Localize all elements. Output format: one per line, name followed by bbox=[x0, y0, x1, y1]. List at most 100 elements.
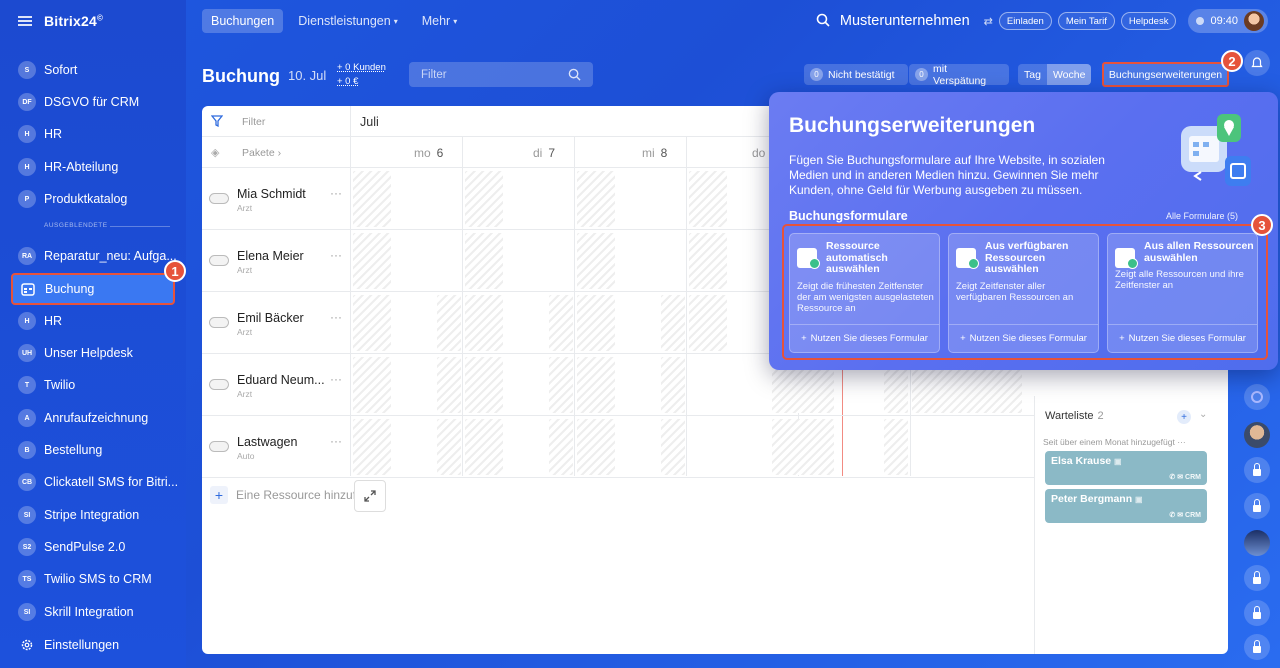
sidebar-settings[interactable]: Einstellungen bbox=[12, 631, 178, 659]
sidebar-item-sofort[interactable]: S Sofort bbox=[12, 56, 178, 84]
day-header-mo: mo 6 bbox=[414, 146, 443, 160]
resource-name[interactable]: Emil Bäcker bbox=[237, 311, 304, 325]
form-card-available-resources[interactable]: Aus verfügbaren Ressourcen auswählen Zei… bbox=[948, 233, 1099, 353]
sidebar-item-skrill[interactable]: SI Skrill Integration bbox=[12, 598, 178, 626]
sidebar-item-helpdesk[interactable]: UH Unser Helpdesk bbox=[12, 339, 178, 367]
resource-toggle[interactable] bbox=[209, 441, 229, 452]
sidebar-item-hr-2[interactable]: H HR bbox=[12, 307, 178, 335]
tab-buchungen[interactable]: Buchungen bbox=[202, 9, 284, 33]
view-day-button[interactable]: Tag bbox=[1018, 64, 1047, 85]
add-resource[interactable]: + Eine Ressource hinzuf bbox=[210, 486, 356, 504]
copilot-icon-shape bbox=[1251, 391, 1263, 403]
collapse-icon[interactable]: ⌄ bbox=[1199, 409, 1207, 420]
expand-button[interactable] bbox=[354, 480, 386, 512]
note-icon: ▣ bbox=[1114, 457, 1122, 466]
helpdesk-button[interactable]: Helpdesk bbox=[1120, 12, 1177, 30]
swap-icon[interactable]: ⇄ bbox=[984, 15, 993, 28]
lock-icon[interactable] bbox=[1244, 600, 1270, 626]
avatar[interactable] bbox=[1244, 530, 1270, 556]
more-icon[interactable]: ··· bbox=[330, 434, 342, 448]
add-resource-label: Eine Ressource hinzuf bbox=[236, 488, 357, 502]
more-icon[interactable]: ··· bbox=[330, 186, 342, 200]
sidebar-item-twilio-sms[interactable]: TS Twilio SMS to CRM bbox=[12, 565, 178, 593]
resource-toggle[interactable] bbox=[209, 317, 229, 328]
page-date[interactable]: 10. Jul bbox=[288, 68, 326, 83]
lock-icon[interactable] bbox=[1244, 493, 1270, 519]
add-waitlist-icon[interactable]: + bbox=[1177, 410, 1191, 424]
view-week-button[interactable]: Woche bbox=[1046, 64, 1092, 85]
tab-mehr[interactable]: Mehr ▾ bbox=[413, 9, 467, 33]
sidebar-item-twilio[interactable]: T Twilio bbox=[12, 371, 178, 399]
sidebar-item-clickatell[interactable]: CB Clickatell SMS for Bitri... bbox=[12, 468, 178, 496]
waitlist-card[interactable]: Peter Bergmann ▣ ✆ ✉ CRM bbox=[1045, 489, 1207, 523]
blocked-slot bbox=[884, 419, 908, 475]
more-icon[interactable]: ··· bbox=[330, 248, 342, 262]
sidebar-item-hr[interactable]: H HR bbox=[12, 120, 178, 148]
more-icon[interactable]: ··· bbox=[330, 372, 342, 386]
sidebar-item-hr-abteilung[interactable]: H HR-Abteilung bbox=[12, 153, 178, 181]
lock-icon[interactable] bbox=[1244, 565, 1270, 591]
stat-money[interactable]: + 0 € bbox=[337, 75, 386, 89]
resource-name[interactable]: Elena Meier bbox=[237, 249, 304, 263]
waitlist-subtitle-text: Seit über einem Monat hinzugefügt bbox=[1043, 437, 1175, 447]
waitlist-card[interactable]: Elsa Krause ▣ ✆ ✉ CRM bbox=[1045, 451, 1207, 485]
lock-icon[interactable] bbox=[1244, 634, 1270, 660]
tab-dienstleistungen[interactable]: Dienstleistungen ▾ bbox=[289, 9, 406, 33]
logo[interactable]: Bitrix24© bbox=[44, 13, 103, 29]
company-name[interactable]: Musterunternehmen bbox=[840, 13, 970, 29]
sidebar-item-anrufaufzeichnung[interactable]: A Anrufaufzeichnung bbox=[12, 404, 178, 432]
sidebar-item-bestellung[interactable]: B Bestellung bbox=[12, 436, 178, 464]
search-icon bbox=[568, 68, 581, 81]
app-badge: A bbox=[18, 409, 36, 427]
sidebar-item-label: Stripe Integration bbox=[44, 508, 140, 522]
use-form-button[interactable]: + Nutzen Sie dieses Formular bbox=[949, 324, 1098, 352]
lock-icon[interactable] bbox=[1244, 457, 1270, 483]
more-icon[interactable]: ··· bbox=[330, 310, 342, 324]
popup-title: Buchungserweiterungen bbox=[789, 114, 1036, 137]
filter-label[interactable]: Filter bbox=[242, 116, 265, 128]
count-badge: 0 bbox=[810, 68, 823, 81]
form-card-all-resources[interactable]: Aus allen Ressourcen auswählen Zeigt all… bbox=[1107, 233, 1258, 353]
layers-icon[interactable]: ◈ bbox=[211, 146, 219, 159]
sidebar-item-sendpulse[interactable]: S2 SendPulse 2.0 bbox=[12, 533, 178, 561]
resource-name[interactable]: Mia Schmidt bbox=[237, 187, 306, 201]
stat-customers[interactable]: + 0 Kunden bbox=[337, 61, 386, 75]
app-badge: SI bbox=[18, 506, 36, 524]
blocked-slot bbox=[465, 419, 503, 475]
search-icon[interactable] bbox=[816, 13, 830, 30]
menu-icon[interactable] bbox=[18, 16, 32, 26]
resource-name[interactable]: Lastwagen bbox=[237, 435, 297, 449]
form-card-auto-resource[interactable]: Ressource automatisch auswählen Zeigt di… bbox=[789, 233, 940, 353]
delayed-counter[interactable]: 0 mit Verspätung bbox=[909, 63, 1009, 87]
resource-name[interactable]: Eduard Neum... bbox=[237, 373, 325, 387]
tab-label: Dienstleistungen bbox=[298, 14, 391, 28]
invite-button[interactable]: Einladen bbox=[998, 12, 1052, 30]
unconfirmed-counter[interactable]: 0 Nicht bestätigt bbox=[804, 64, 908, 85]
filter-input[interactable]: Filter bbox=[409, 62, 593, 87]
sidebar-item-dsgvo[interactable]: DF DSGVO für CRM bbox=[12, 88, 178, 116]
use-form-button[interactable]: + Nutzen Sie dieses Formular bbox=[790, 324, 939, 352]
avatar[interactable] bbox=[1244, 422, 1270, 448]
packages-link[interactable]: Pakete › bbox=[242, 147, 281, 159]
copilot-icon[interactable] bbox=[1244, 384, 1270, 410]
more-icon[interactable]: ··· bbox=[1177, 437, 1186, 447]
sidebar-item-reparatur[interactable]: RA Reparatur_neu: Aufga... bbox=[12, 242, 178, 270]
sidebar-item-stripe[interactable]: SI Stripe Integration bbox=[12, 501, 178, 529]
extensions-button[interactable]: Buchungserweiterungen bbox=[1102, 62, 1229, 87]
filter-icon[interactable] bbox=[210, 115, 224, 130]
tariff-button[interactable]: Mein Tarif bbox=[1057, 12, 1115, 30]
clock-widget[interactable]: 09:40 bbox=[1188, 9, 1268, 33]
resource-toggle[interactable] bbox=[209, 255, 229, 266]
month-label: Juli bbox=[360, 115, 379, 129]
bell-icon[interactable] bbox=[1244, 50, 1270, 76]
app-badge: CB bbox=[18, 473, 36, 491]
all-forms-link[interactable]: Alle Formulare (5) bbox=[1166, 211, 1238, 221]
top-right-controls: Musterunternehmen ⇄ Einladen Mein Tarif … bbox=[816, 9, 1268, 33]
use-form-button[interactable]: + Nutzen Sie dieses Formular bbox=[1108, 324, 1257, 352]
resource-toggle[interactable] bbox=[209, 193, 229, 204]
avatar[interactable] bbox=[1244, 11, 1264, 31]
resource-toggle[interactable] bbox=[209, 379, 229, 390]
sidebar-item-buchung[interactable]: Buchung bbox=[11, 273, 175, 305]
resource-row[interactable]: Lastwagen Auto ··· bbox=[202, 416, 1034, 478]
sidebar-item-produktkatalog[interactable]: P Produktkatalog bbox=[12, 185, 178, 213]
